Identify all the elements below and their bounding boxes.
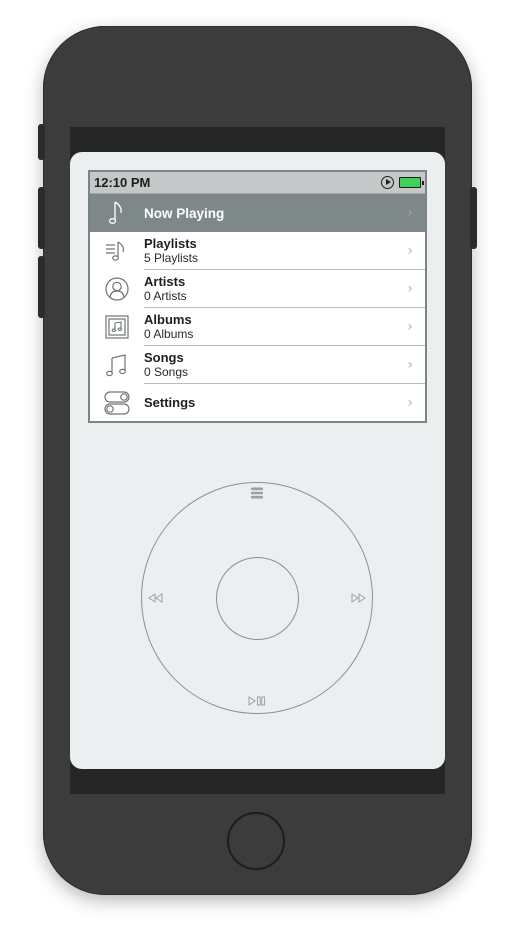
click-wheel[interactable] xyxy=(141,482,373,714)
chevron-right-icon: › xyxy=(407,205,413,221)
status-bar: 12:10 PM xyxy=(90,172,425,194)
playlist-icon xyxy=(90,232,144,270)
next-button[interactable] xyxy=(344,589,372,609)
chevron-right-icon: › xyxy=(407,319,413,335)
chevron-right-icon: › xyxy=(407,281,413,297)
menu-item-title: Artists xyxy=(144,274,186,289)
menu-item-title: Albums xyxy=(144,312,192,327)
play-pause-button[interactable] xyxy=(243,692,271,712)
menu-item-now-playing[interactable]: Now Playing › xyxy=(90,194,425,232)
battery-icon xyxy=(399,177,424,188)
settings-toggle-icon xyxy=(90,384,144,421)
chevron-right-icon: › xyxy=(407,243,413,259)
chevron-right-icon: › xyxy=(407,357,413,373)
menu-item-title: Playlists xyxy=(144,236,197,251)
play-circle-icon xyxy=(381,176,394,189)
power-button xyxy=(470,187,477,249)
play-pause-icon xyxy=(247,693,267,711)
artist-icon xyxy=(90,270,144,308)
menu-item-subtitle: 0 Artists xyxy=(144,289,187,303)
menu-item-title: Songs xyxy=(144,350,184,365)
menu-item-settings[interactable]: Settings › xyxy=(90,384,425,421)
chevron-right-icon: › xyxy=(407,395,413,411)
menu-item-artists[interactable]: Artists 0 Artists › xyxy=(90,270,425,308)
status-time: 12:10 PM xyxy=(94,175,151,190)
menu-item-songs[interactable]: Songs 0 Songs › xyxy=(90,346,425,384)
ipod-app: 12:10 PM Now Playing › Playlists 5 Playl… xyxy=(70,152,445,769)
menu-item-albums[interactable]: Albums 0 Albums › xyxy=(90,308,425,346)
songs-icon xyxy=(90,346,144,384)
rewind-icon xyxy=(147,590,165,608)
menu-button[interactable] xyxy=(243,485,271,505)
previous-button[interactable] xyxy=(142,589,170,609)
menu-item-title: Settings xyxy=(144,395,196,410)
menu-item-subtitle: 0 Songs xyxy=(144,365,189,379)
status-indicators xyxy=(381,176,424,189)
menu-item-subtitle: 5 Playlists xyxy=(144,251,199,265)
music-note-icon xyxy=(90,194,144,232)
menu-item-subtitle: 0 Albums xyxy=(144,327,194,341)
album-icon xyxy=(90,308,144,346)
fast-forward-icon xyxy=(349,590,367,608)
lcd-display: 12:10 PM Now Playing › Playlists 5 Playl… xyxy=(88,170,427,423)
menu-item-playlists[interactable]: Playlists 5 Playlists › xyxy=(90,232,425,270)
center-select-button[interactable] xyxy=(216,557,299,640)
volume-down-button xyxy=(38,256,45,318)
volume-up-button xyxy=(38,187,45,249)
menu-item-title: Now Playing xyxy=(144,205,225,221)
menu-bars-icon xyxy=(250,486,264,505)
mute-switch xyxy=(38,124,45,160)
home-button[interactable] xyxy=(227,812,285,870)
